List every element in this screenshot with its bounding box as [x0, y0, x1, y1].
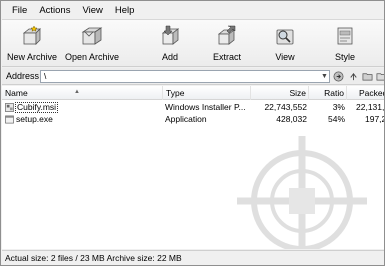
address-label: Address	[6, 71, 40, 81]
style-label: Style	[334, 52, 355, 62]
file-packed: 22,131,0	[356, 102, 385, 112]
view-icon	[276, 29, 294, 45]
address-bar: Address \ ▼	[2, 68, 385, 85]
exe-file-icon	[5, 115, 14, 124]
list-header: Name ▲ Type Size Ratio Packed	[2, 86, 385, 100]
file-type: Application	[165, 114, 207, 124]
toolbar: New Archive Open Archive Add Extract Vie…	[2, 19, 384, 67]
add-button[interactable]: Add	[152, 22, 188, 66]
column-type-label: Type	[166, 88, 185, 98]
open-archive-label: Open Archive	[64, 52, 120, 62]
open-archive-icon	[81, 27, 103, 45]
file-size: 428,032	[276, 114, 307, 124]
menu-actions[interactable]: Actions	[33, 2, 76, 19]
file-packed: 197,2	[365, 114, 385, 124]
file-name[interactable]: Cubify.msi	[15, 102, 59, 113]
file-ratio: 54%	[327, 114, 345, 124]
app-logo-watermark	[237, 136, 367, 249]
column-header-type[interactable]: Type	[163, 86, 251, 100]
column-header-size[interactable]: Size	[251, 86, 309, 100]
address-input[interactable]: \	[40, 70, 330, 83]
menu-view[interactable]: View	[76, 2, 108, 19]
column-header-packed[interactable]: Packed	[347, 86, 385, 100]
view-label: View	[275, 52, 295, 62]
menu-bar: File Actions View Help	[2, 2, 384, 19]
sort-ascending-icon: ▲	[74, 89, 80, 95]
file-name[interactable]: setup.exe	[16, 114, 53, 125]
file-type: Windows Installer P...	[165, 102, 246, 112]
add-label: Add	[161, 52, 178, 62]
extract-label: Extract	[212, 52, 241, 62]
open-archive-button[interactable]: Open Archive	[62, 22, 122, 66]
new-archive-button[interactable]: New Archive	[4, 22, 60, 66]
msi-file-icon	[5, 103, 14, 112]
column-ratio-label: Ratio	[324, 88, 344, 98]
column-packed-label: Packed	[359, 88, 385, 98]
menu-help[interactable]: Help	[109, 2, 141, 19]
new-archive-icon	[22, 25, 41, 45]
extract-button[interactable]: Extract	[207, 22, 247, 66]
style-button[interactable]: Style	[327, 22, 363, 66]
add-icon	[161, 25, 180, 45]
column-size-label: Size	[289, 88, 306, 98]
table-row[interactable]: setup.exe Application 428,032 54% 197,2	[2, 114, 385, 125]
folder-tree-icon[interactable]	[376, 71, 385, 82]
status-bar: Actual size: 2 files / 23 MB Archive siz…	[2, 250, 384, 265]
up-folder-icon[interactable]	[348, 71, 359, 82]
address-dropdown-arrow-icon[interactable]: ▼	[320, 71, 329, 82]
table-row[interactable]: Cubify.msi Windows Installer P... 22,743…	[2, 102, 385, 113]
column-header-ratio[interactable]: Ratio	[309, 86, 347, 100]
go-icon[interactable]	[333, 71, 344, 82]
file-ratio: 3%	[332, 102, 345, 112]
new-archive-label: New Archive	[6, 52, 58, 62]
file-size: 22,743,552	[264, 102, 307, 112]
style-icon	[337, 27, 353, 45]
menu-file[interactable]: File	[6, 2, 33, 19]
archiver-window: File Actions View Help New Archive Open …	[0, 0, 385, 266]
file-list: Name ▲ Type Size Ratio Packed Cubify.msi…	[2, 86, 385, 249]
view-button[interactable]: View	[268, 22, 302, 66]
extract-icon	[217, 25, 236, 45]
column-name-label: Name	[5, 88, 28, 98]
folder-icon[interactable]	[362, 71, 373, 82]
column-header-name[interactable]: Name ▲	[2, 86, 163, 100]
